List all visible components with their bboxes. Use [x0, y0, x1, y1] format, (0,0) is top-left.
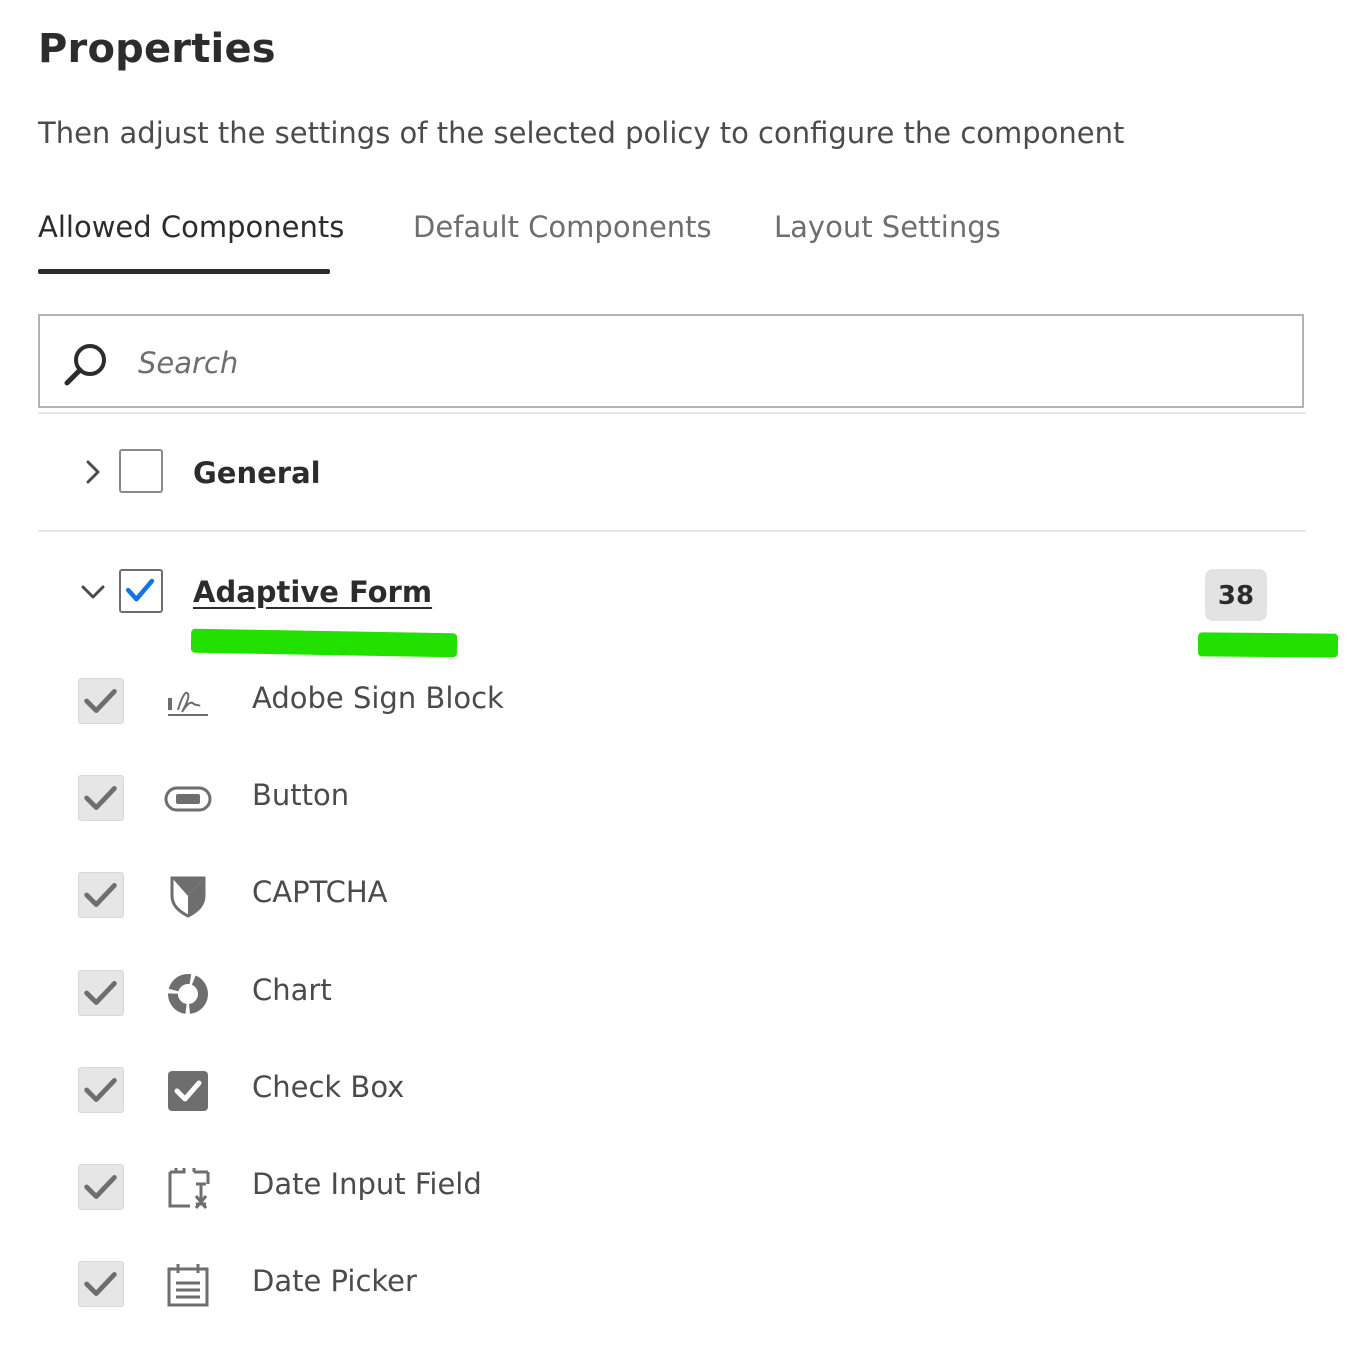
group-general-label: General: [193, 456, 321, 490]
checkmark-icon: [84, 981, 117, 1005]
checkmark-icon: [84, 1272, 117, 1296]
date-input-icon: [168, 1168, 210, 1209]
chart-icon: [168, 974, 208, 1014]
item-label: Chart: [252, 973, 332, 1007]
item-label: Date Picker: [252, 1264, 417, 1298]
calendar-icon: [167, 1264, 209, 1307]
item-label: Check Box: [252, 1070, 405, 1104]
chevron-right-icon[interactable]: [78, 457, 108, 487]
shield-icon: [170, 876, 206, 918]
item-label: Adobe Sign Block: [252, 681, 504, 715]
list-item: Button: [0, 768, 1369, 828]
chevron-down-icon[interactable]: [78, 577, 108, 607]
checkmark-icon: [84, 1175, 117, 1199]
checkmark-icon: [126, 578, 155, 602]
search-box: [38, 314, 1304, 408]
group-adaptive-form-label[interactable]: Adaptive Form: [193, 575, 432, 609]
list-item: Check Box: [0, 1060, 1369, 1120]
item-label: Button: [252, 778, 350, 812]
list-item: Adobe Sign Block: [0, 671, 1369, 731]
checkbox-icon: [168, 1071, 208, 1111]
group-general-checkbox[interactable]: [119, 449, 163, 493]
tab-default-components[interactable]: Default Components: [413, 210, 712, 244]
tab-layout-settings[interactable]: Layout Settings: [774, 210, 1001, 244]
signature-icon: [168, 691, 208, 716]
divider: [38, 530, 1306, 532]
active-tab-indicator: [38, 269, 330, 274]
tab-bar: Allowed Components Default Components La…: [38, 210, 1138, 280]
item-checkbox[interactable]: [78, 1067, 124, 1113]
divider: [38, 412, 1306, 414]
page-title: Properties: [38, 26, 276, 72]
properties-panel: Properties Then adjust the settings of t…: [0, 0, 1369, 1370]
count-badge: 38: [1205, 569, 1267, 621]
list-item: Date Input Field: [0, 1157, 1369, 1217]
list-item: Date Picker: [0, 1254, 1369, 1314]
checkmark-icon: [84, 1078, 117, 1102]
highlight-marker: [1197, 632, 1339, 658]
item-checkbox[interactable]: [78, 678, 124, 724]
list-item: CAPTCHA: [0, 865, 1369, 925]
item-checkbox[interactable]: [78, 970, 124, 1016]
checkmark-icon: [84, 786, 117, 810]
list-item: Chart: [0, 963, 1369, 1023]
item-checkbox[interactable]: [78, 1261, 124, 1307]
group-adaptive-form-checkbox[interactable]: [119, 569, 163, 613]
item-label: CAPTCHA: [252, 875, 388, 909]
tab-allowed-components[interactable]: Allowed Components: [38, 210, 344, 244]
item-checkbox[interactable]: [78, 775, 124, 821]
checkmark-icon: [84, 689, 117, 713]
search-icon: [64, 344, 106, 386]
item-label: Date Input Field: [252, 1167, 482, 1201]
search-input[interactable]: [136, 336, 1280, 390]
highlight-marker: [190, 628, 458, 658]
page-subtitle: Then adjust the settings of the selected…: [38, 116, 1125, 150]
item-checkbox[interactable]: [78, 1164, 124, 1210]
button-icon: [164, 786, 212, 812]
group-general: General: [0, 444, 1369, 504]
checkmark-icon: [84, 883, 117, 907]
item-checkbox[interactable]: [78, 872, 124, 918]
group-adaptive-form: Adaptive Form: [0, 564, 1369, 624]
